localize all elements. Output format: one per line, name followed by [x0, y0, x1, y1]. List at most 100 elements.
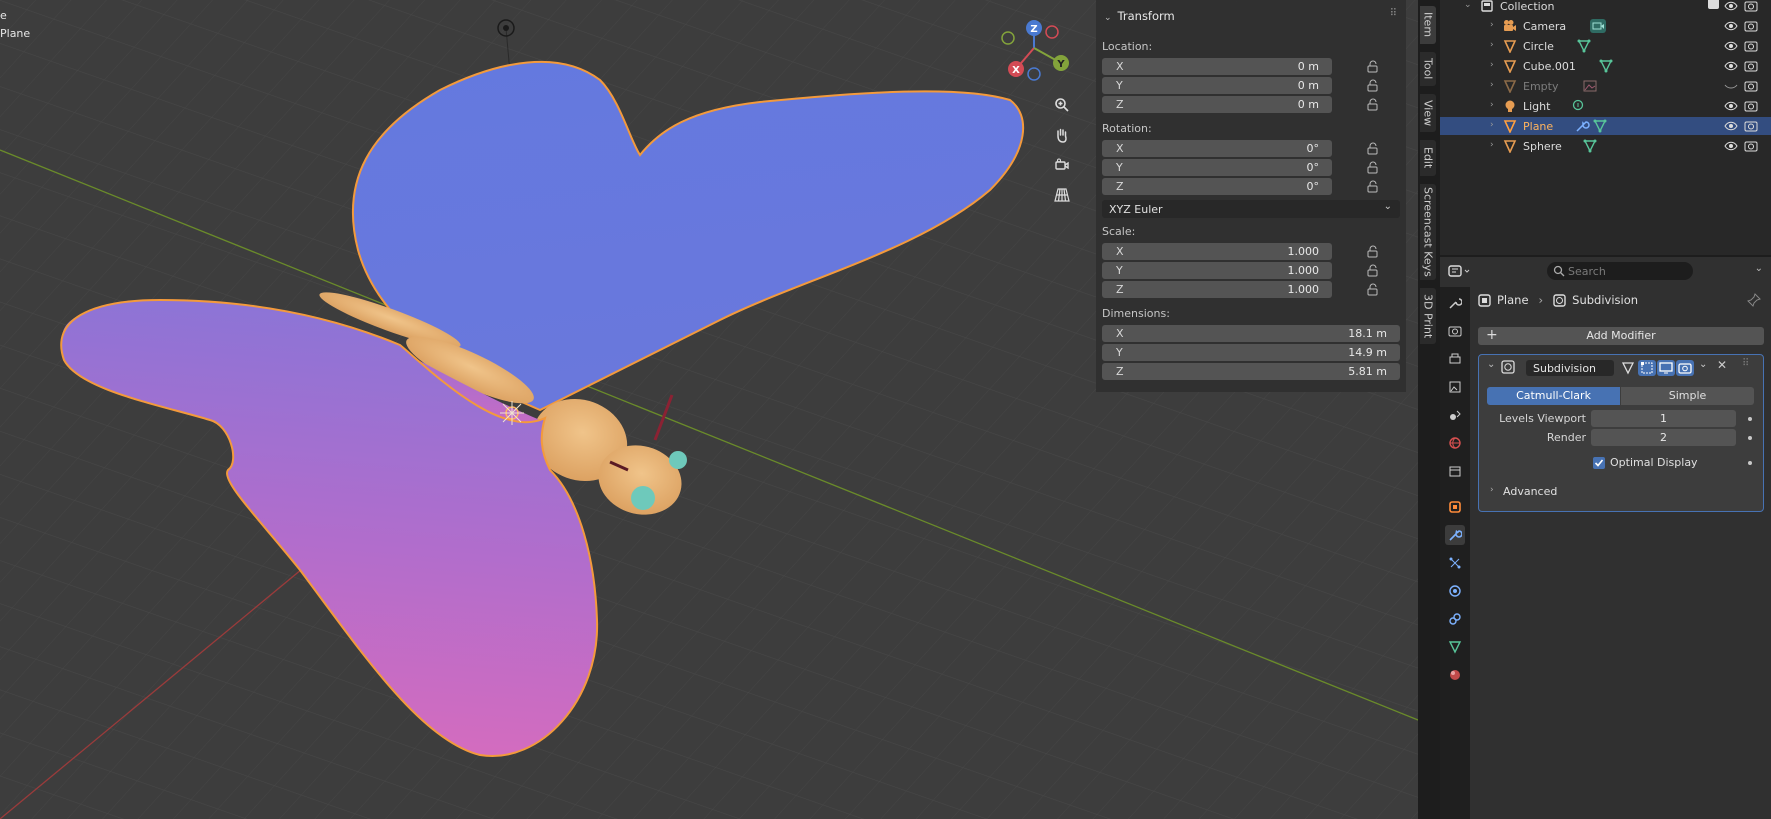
tab-view-layer[interactable]: [1445, 377, 1465, 397]
exclude-checkbox[interactable]: [1708, 0, 1719, 9]
tab-item[interactable]: Item: [1420, 6, 1436, 44]
lock-icon[interactable]: [1366, 283, 1380, 296]
mesh-data-icon[interactable]: [1576, 39, 1592, 53]
catmull-clark-button[interactable]: Catmull-Clark: [1487, 387, 1620, 405]
tab-view[interactable]: View: [1420, 94, 1436, 132]
eye-icon[interactable]: [1724, 100, 1738, 112]
tab-object[interactable]: [1445, 497, 1465, 517]
lock-icon[interactable]: [1366, 180, 1380, 193]
chevron-down-icon[interactable]: ⌄: [1464, 0, 1472, 10]
rotation-y-field[interactable]: Y 0°: [1102, 159, 1332, 176]
drag-handle-icon[interactable]: ⠿: [1742, 358, 1749, 369]
modifier-header[interactable]: ⌄ Subdivision ⌄ ✕ ⠿: [1479, 355, 1763, 379]
tab-edit[interactable]: Edit: [1420, 140, 1436, 176]
tab-material[interactable]: [1445, 665, 1465, 685]
tab-output[interactable]: [1445, 349, 1465, 369]
mesh-data-icon[interactable]: [1598, 59, 1614, 73]
outliner-item-light[interactable]: › Light: [1440, 97, 1771, 115]
properties-search-input[interactable]: Search: [1547, 262, 1693, 280]
render-camera-icon[interactable]: [1744, 39, 1758, 52]
edit-mode-cage-toggle[interactable]: [1619, 360, 1637, 376]
camera-view-button[interactable]: [1049, 152, 1075, 178]
outliner[interactable]: ⌄ Collection › Camera › Circle › Cube.00…: [1440, 0, 1771, 255]
tab-3d-print[interactable]: 3D Print: [1420, 288, 1436, 344]
render-camera-icon[interactable]: [1744, 79, 1758, 92]
outliner-item-circle[interactable]: › Circle: [1440, 37, 1771, 55]
chevron-right-icon[interactable]: ›: [1490, 140, 1494, 150]
viewport-display-toggle[interactable]: [1657, 360, 1675, 376]
dimensions-z-field[interactable]: Z 5.81 m: [1102, 363, 1400, 380]
collection-row[interactable]: ⌄ Collection: [1440, 0, 1771, 15]
drag-handle-icon[interactable]: ⠿: [1390, 8, 1398, 19]
wrench-icon[interactable]: [1574, 119, 1590, 133]
levels-viewport-field[interactable]: 1: [1591, 410, 1736, 427]
perspective-toggle-button[interactable]: [1049, 182, 1075, 208]
eye-closed-icon[interactable]: [1724, 80, 1738, 92]
render-camera-icon[interactable]: [1744, 99, 1758, 112]
chevron-down-icon[interactable]: ⌄: [1755, 263, 1763, 274]
close-icon[interactable]: ✕: [1717, 358, 1727, 372]
location-y-field[interactable]: Y 0 m: [1102, 77, 1332, 94]
scale-x-field[interactable]: X 1.000: [1102, 243, 1332, 260]
render-camera-icon[interactable]: [1744, 59, 1758, 72]
render-camera-icon[interactable]: [1744, 119, 1758, 132]
render-camera-icon[interactable]: [1744, 139, 1758, 152]
outliner-item-cube-001[interactable]: › Cube.001: [1440, 57, 1771, 75]
editor-type-button[interactable]: [1446, 262, 1474, 280]
keyframe-dot-icon[interactable]: [1748, 461, 1752, 465]
advanced-subpanel-header[interactable]: Advanced: [1503, 485, 1557, 498]
light-data-icon[interactable]: [1570, 99, 1586, 113]
image-data-icon[interactable]: [1582, 79, 1598, 93]
transform-panel-header[interactable]: ⌄ Transform: [1104, 9, 1175, 23]
origin-marker[interactable]: [500, 401, 524, 425]
tab-tool-settings[interactable]: [1445, 293, 1465, 313]
outliner-item-sphere[interactable]: › Sphere: [1440, 137, 1771, 155]
rotation-x-field[interactable]: X 0°: [1102, 140, 1332, 157]
eye-icon[interactable]: [1724, 0, 1738, 12]
edit-mode-toggle[interactable]: [1638, 360, 1656, 376]
lock-icon[interactable]: [1366, 264, 1380, 277]
tab-collection[interactable]: [1445, 461, 1465, 481]
rotation-mode-select[interactable]: XYZ Euler ⌄: [1102, 200, 1400, 218]
pan-button[interactable]: [1049, 122, 1075, 148]
tab-world[interactable]: [1445, 433, 1465, 453]
chevron-right-icon[interactable]: ›: [1490, 485, 1494, 495]
tab-tool[interactable]: Tool: [1420, 52, 1436, 86]
chevron-right-icon[interactable]: ›: [1490, 20, 1494, 30]
tab-screencast-keys[interactable]: Screencast Keys: [1420, 184, 1436, 280]
eye-icon[interactable]: [1724, 20, 1738, 32]
tab-scene[interactable]: [1445, 405, 1465, 425]
dimensions-x-field[interactable]: X 18.1 m: [1102, 325, 1400, 342]
eye-icon[interactable]: [1724, 60, 1738, 72]
dimensions-y-field[interactable]: Y 14.9 m: [1102, 344, 1400, 361]
chevron-right-icon[interactable]: ›: [1490, 60, 1494, 70]
outliner-item-camera[interactable]: › Camera: [1440, 17, 1771, 35]
optimal-display-checkbox[interactable]: [1593, 457, 1605, 469]
tab-particles[interactable]: [1445, 553, 1465, 573]
chevron-right-icon[interactable]: ›: [1490, 40, 1494, 50]
pin-icon[interactable]: [1747, 293, 1761, 307]
location-z-field[interactable]: Z 0 m: [1102, 96, 1332, 113]
location-x-field[interactable]: X 0 m: [1102, 58, 1332, 75]
tab-data[interactable]: [1445, 637, 1465, 657]
scale-z-field[interactable]: Z 1.000: [1102, 281, 1332, 298]
rotation-z-field[interactable]: Z 0°: [1102, 178, 1332, 195]
add-modifier-button[interactable]: + Add Modifier: [1478, 327, 1764, 345]
chevron-down-icon[interactable]: ⌄: [1699, 359, 1707, 370]
tab-modifiers[interactable]: [1445, 525, 1465, 545]
render-levels-field[interactable]: 2: [1591, 429, 1736, 446]
scale-y-field[interactable]: Y 1.000: [1102, 262, 1332, 279]
render-toggle[interactable]: [1676, 360, 1694, 376]
eye-icon[interactable]: [1724, 120, 1738, 132]
render-camera-icon[interactable]: [1744, 0, 1758, 12]
lock-icon[interactable]: [1366, 98, 1380, 111]
keyframe-dot-icon[interactable]: [1748, 436, 1752, 440]
lock-icon[interactable]: [1366, 245, 1380, 258]
outliner-item-plane[interactable]: › Plane: [1440, 117, 1771, 135]
mesh-data-icon[interactable]: [1592, 119, 1608, 133]
chevron-right-icon[interactable]: ›: [1490, 80, 1494, 90]
chevron-right-icon[interactable]: ›: [1490, 120, 1494, 130]
eye-icon[interactable]: [1724, 40, 1738, 52]
chevron-right-icon[interactable]: ›: [1490, 100, 1494, 110]
tab-physics[interactable]: [1445, 581, 1465, 601]
